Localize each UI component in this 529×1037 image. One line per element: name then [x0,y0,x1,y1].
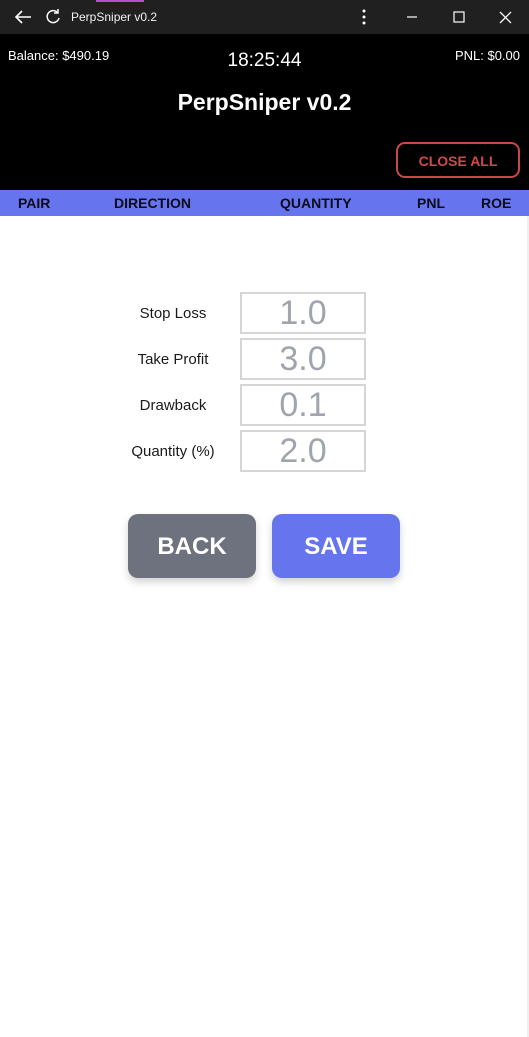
take-profit-label: Take Profit [137,351,209,368]
back-arrow-icon[interactable] [10,0,36,34]
save-button[interactable]: SAVE [272,514,400,578]
quantity-percent-input[interactable] [240,430,366,472]
back-button[interactable]: BACK [128,514,256,578]
drawback-label: Drawback [139,397,207,414]
column-roe: ROE [481,195,512,211]
more-vertical-icon[interactable] [352,0,376,34]
positions-table-header: PAIR DIRECTION QUANTITY PNL ROE [0,190,529,216]
window-title: PerpSniper v0.2 [71,10,158,24]
stop-loss-label: Stop Loss [139,305,207,322]
stop-loss-input[interactable] [240,292,366,334]
page-title: PerpSniper v0.2 [177,89,352,115]
column-quantity: QUANTITY [280,195,352,211]
quantity-percent-label: Quantity (%) [131,443,215,460]
app-header: Balance: $490.19 18:25:44 PNL: $0.00 Per… [0,34,529,190]
drawback-input[interactable] [240,384,366,426]
column-direction: DIRECTION [114,195,191,211]
refresh-icon[interactable] [40,0,66,34]
pnl-label: PNL: $0.00 [454,48,520,63]
close-all-button[interactable]: CLOSE ALL [396,142,520,178]
take-profit-input[interactable] [240,338,366,380]
column-pnl: PNL [417,195,445,211]
column-pair: PAIR [18,195,51,211]
clock-display: 18:25:44 [227,50,302,71]
close-icon[interactable] [491,0,519,34]
window-titlebar: PerpSniper v0.2 [0,0,529,34]
maximize-icon[interactable] [445,0,473,34]
minimize-icon[interactable] [398,0,426,34]
